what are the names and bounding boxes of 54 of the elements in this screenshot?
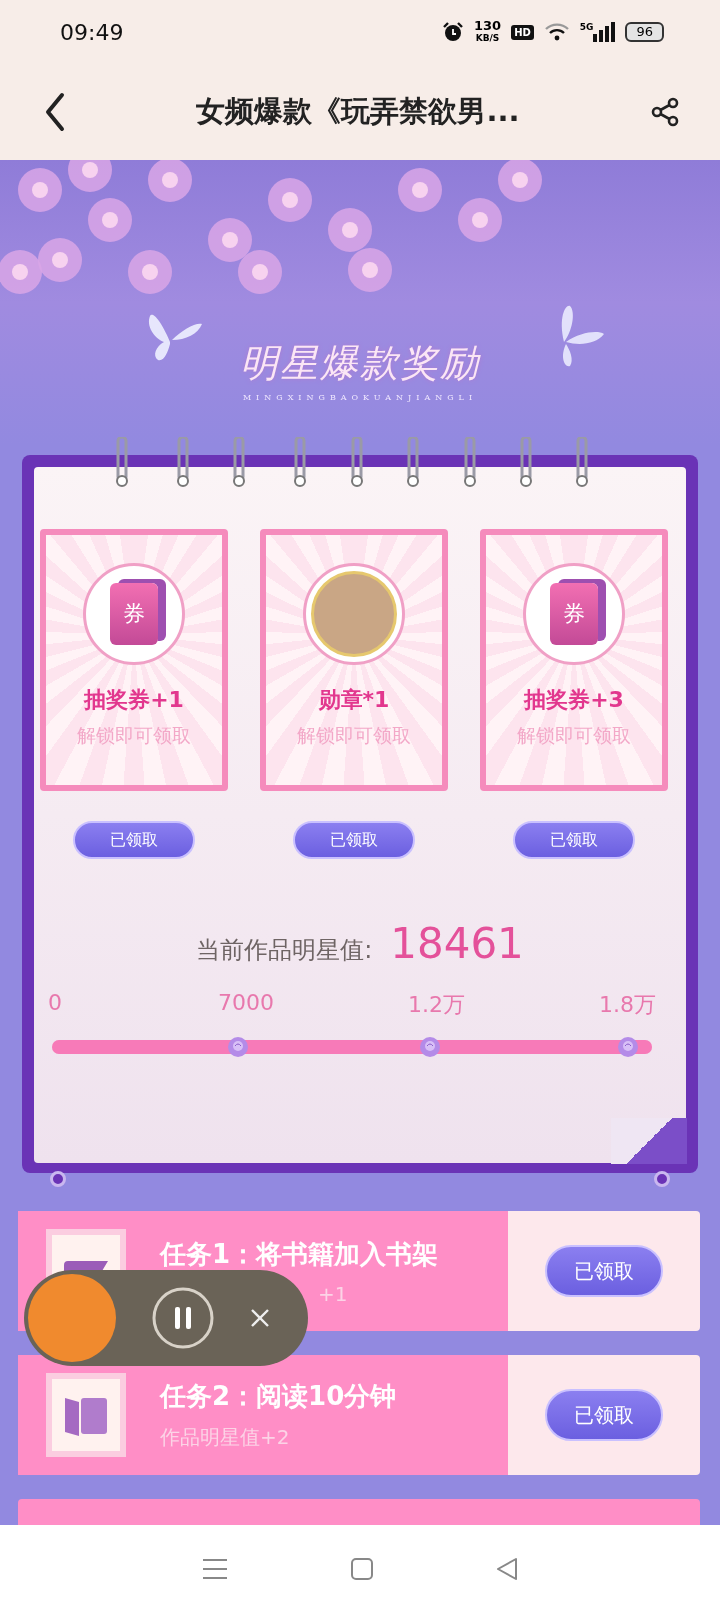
star-value: 18461 bbox=[390, 919, 524, 968]
task-title: 任务2：阅读10分钟 bbox=[160, 1380, 397, 1413]
rose-icon bbox=[419, 1036, 441, 1058]
spiral-ring-icon bbox=[404, 437, 422, 487]
task-title: 任务1：将书籍加入书架 bbox=[160, 1237, 439, 1271]
banner-title: 明星爆款奖励 bbox=[240, 340, 480, 387]
spiral-ring-icon bbox=[230, 437, 248, 487]
task-reward: 作品明星值+2 bbox=[160, 1424, 291, 1451]
spiral-ring-icon bbox=[461, 437, 479, 487]
status-time: 09:49 bbox=[60, 19, 124, 45]
spiral-ring-icon bbox=[291, 437, 309, 487]
reward-name: 勋章*1 bbox=[318, 686, 390, 714]
reward-note: 解锁即可领取 bbox=[297, 723, 411, 748]
claimed-button[interactable]: 已领取 bbox=[293, 821, 415, 859]
signal-icon bbox=[593, 22, 616, 42]
progress-tick-label: 7000 bbox=[218, 990, 274, 1015]
claimed-button[interactable]: 已领取 bbox=[73, 821, 195, 859]
reward-name: 抽奖券+3 bbox=[524, 686, 624, 714]
star-value-label: 当前作品明星值: bbox=[196, 935, 373, 966]
reward-note: 解锁即可领取 bbox=[77, 723, 191, 748]
alarm-icon bbox=[442, 21, 464, 43]
speed-unit: KB/S bbox=[475, 32, 500, 44]
wifi-icon bbox=[543, 22, 570, 42]
home-icon[interactable] bbox=[351, 1557, 373, 1580]
progress-tick-label: 1.2万 bbox=[408, 991, 465, 1019]
claimed-button[interactable]: 已领取 bbox=[545, 1389, 663, 1441]
claimed-button[interactable]: 已领取 bbox=[545, 1245, 663, 1297]
rose-icon bbox=[227, 1036, 249, 1058]
medal-icon bbox=[311, 571, 397, 657]
share-icon[interactable] bbox=[650, 97, 680, 127]
claimed-button[interactable]: 已领取 bbox=[513, 821, 635, 859]
spiral-ring-icon bbox=[517, 437, 535, 487]
back-icon[interactable] bbox=[44, 92, 66, 132]
spiral-ring-icon bbox=[348, 437, 366, 487]
page-title: 女频爆款《玩弄禁欲男... bbox=[195, 93, 521, 130]
reward-note: 解锁即可领取 bbox=[517, 723, 631, 748]
task-reward: +1 bbox=[318, 1281, 349, 1306]
back-triangle-icon[interactable] bbox=[496, 1556, 519, 1581]
progress-tick-label: 0 bbox=[48, 990, 62, 1015]
spiral-ring-icon bbox=[573, 437, 591, 487]
network-type: 5G bbox=[579, 22, 594, 32]
reward-name: 抽奖券+1 bbox=[84, 686, 184, 714]
spiral-ring-icon bbox=[174, 437, 192, 487]
banner-subtitle: MINGXINGBAOKUANJIANGLI bbox=[242, 393, 478, 402]
progress-tick-label: 1.8万 bbox=[599, 991, 656, 1019]
butterfly-icon bbox=[146, 312, 202, 362]
pause-icon[interactable] bbox=[152, 1287, 214, 1349]
close-icon[interactable] bbox=[250, 1308, 270, 1328]
speed-value: 130 bbox=[474, 20, 502, 32]
menu-icon[interactable] bbox=[201, 1557, 228, 1580]
hd-badge: HD bbox=[511, 24, 534, 40]
spiral-ring-icon bbox=[113, 437, 131, 487]
rose-icon bbox=[617, 1036, 639, 1058]
battery-indicator: 96 bbox=[625, 22, 664, 42]
